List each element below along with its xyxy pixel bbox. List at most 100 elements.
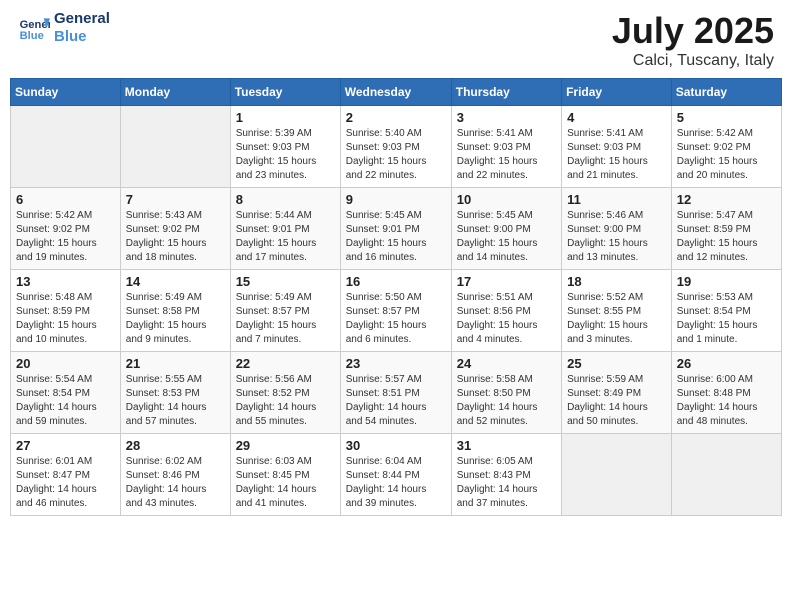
- day-number: 14: [126, 274, 225, 289]
- calendar-cell: 17 Sunrise: 5:51 AM Sunset: 8:56 PM Dayli…: [451, 270, 561, 352]
- day-info: Sunrise: 5:40 AM Sunset: 9:03 PM Dayligh…: [346, 127, 446, 183]
- svg-text:Blue: Blue: [20, 30, 44, 42]
- day-info: Sunrise: 5:42 AM Sunset: 9:02 PM Dayligh…: [16, 209, 115, 265]
- calendar-week-row-2: 6 Sunrise: 5:42 AM Sunset: 9:02 PM Daylig…: [11, 188, 782, 270]
- calendar-week-row-3: 13 Sunrise: 5:48 AM Sunset: 8:59 PM Dayli…: [11, 270, 782, 352]
- day-number: 17: [457, 274, 556, 289]
- day-info: Sunrise: 5:53 AM Sunset: 8:54 PM Dayligh…: [677, 291, 776, 347]
- day-info: Sunrise: 5:52 AM Sunset: 8:55 PM Dayligh…: [567, 291, 666, 347]
- day-info: Sunrise: 5:51 AM Sunset: 8:56 PM Dayligh…: [457, 291, 556, 347]
- location-title: Calci, Tuscany, Italy: [612, 52, 774, 70]
- day-info: Sunrise: 6:05 AM Sunset: 8:43 PM Dayligh…: [457, 455, 556, 511]
- calendar-cell: 1 Sunrise: 5:39 AM Sunset: 9:03 PM Daylig…: [230, 106, 340, 188]
- weekday-header-row: SundayMondayTuesdayWednesdayThursdayFrid…: [11, 79, 782, 106]
- page-header: General Blue General Blue July 2025 Calc…: [10, 10, 782, 70]
- weekday-header-thursday: Thursday: [451, 79, 561, 106]
- day-info: Sunrise: 5:56 AM Sunset: 8:52 PM Dayligh…: [236, 373, 335, 429]
- weekday-header-saturday: Saturday: [671, 79, 781, 106]
- day-number: 21: [126, 356, 225, 371]
- calendar-cell: 31 Sunrise: 6:05 AM Sunset: 8:43 PM Dayli…: [451, 434, 561, 516]
- calendar-cell: 22 Sunrise: 5:56 AM Sunset: 8:52 PM Dayli…: [230, 352, 340, 434]
- day-info: Sunrise: 6:02 AM Sunset: 8:46 PM Dayligh…: [126, 455, 225, 511]
- calendar-cell: 27Sunrise: 6:01 AM Sunset: 8:47 PM Dayli…: [11, 434, 121, 516]
- day-number: 24: [457, 356, 556, 371]
- day-number: 2: [346, 110, 446, 125]
- calendar-cell: [671, 434, 781, 516]
- calendar-cell: 20 Sunrise: 5:54 AM Sunset: 8:54 PM Dayli…: [11, 352, 121, 434]
- day-number: 7: [126, 192, 225, 207]
- day-info: Sunrise: 5:45 AM Sunset: 9:00 PM Dayligh…: [457, 209, 556, 265]
- calendar-cell: [11, 106, 121, 188]
- day-number: 10: [457, 192, 556, 207]
- calendar-cell: 14 Sunrise: 5:49 AM Sunset: 8:58 PM Dayli…: [120, 270, 230, 352]
- day-number: 8: [236, 192, 335, 207]
- weekday-header-tuesday: Tuesday: [230, 79, 340, 106]
- weekday-header-monday: Monday: [120, 79, 230, 106]
- day-info: Sunrise: 5:44 AM Sunset: 9:01 PM Dayligh…: [236, 209, 335, 265]
- title-block: July 2025 Calci, Tuscany, Italy: [612, 10, 774, 70]
- calendar-cell: 29Sunrise: 6:03 AM Sunset: 8:45 PM Dayli…: [230, 434, 340, 516]
- calendar-cell: 4 Sunrise: 5:41 AM Sunset: 9:03 PM Daylig…: [562, 106, 672, 188]
- weekday-header-friday: Friday: [562, 79, 672, 106]
- calendar-cell: 6 Sunrise: 5:42 AM Sunset: 9:02 PM Daylig…: [11, 188, 121, 270]
- day-number: 22: [236, 356, 335, 371]
- day-number: 30: [346, 438, 446, 453]
- day-number: 28: [126, 438, 225, 453]
- day-number: 4: [567, 110, 666, 125]
- day-number: 26: [677, 356, 776, 371]
- day-info: Sunrise: 5:57 AM Sunset: 8:51 PM Dayligh…: [346, 373, 446, 429]
- calendar-cell: 15 Sunrise: 5:49 AM Sunset: 8:57 PM Dayli…: [230, 270, 340, 352]
- calendar-cell: 7 Sunrise: 5:43 AM Sunset: 9:02 PM Daylig…: [120, 188, 230, 270]
- calendar-cell: 12 Sunrise: 5:47 AM Sunset: 8:59 PM Dayli…: [671, 188, 781, 270]
- calendar-cell: 2 Sunrise: 5:40 AM Sunset: 9:03 PM Daylig…: [340, 106, 451, 188]
- day-info: Sunrise: 5:58 AM Sunset: 8:50 PM Dayligh…: [457, 373, 556, 429]
- day-number: 1: [236, 110, 335, 125]
- day-info: Sunrise: 6:03 AM Sunset: 8:45 PM Dayligh…: [236, 455, 335, 511]
- day-number: 3: [457, 110, 556, 125]
- calendar-cell: 24 Sunrise: 5:58 AM Sunset: 8:50 PM Dayli…: [451, 352, 561, 434]
- calendar-cell: 19Sunrise: 5:53 AM Sunset: 8:54 PM Dayli…: [671, 270, 781, 352]
- day-number: 6: [16, 192, 115, 207]
- calendar-cell: 18 Sunrise: 5:52 AM Sunset: 8:55 PM Dayli…: [562, 270, 672, 352]
- calendar-week-row-5: 27Sunrise: 6:01 AM Sunset: 8:47 PM Dayli…: [11, 434, 782, 516]
- day-info: Sunrise: 6:04 AM Sunset: 8:44 PM Dayligh…: [346, 455, 446, 511]
- day-number: 12: [677, 192, 776, 207]
- calendar-cell: 8 Sunrise: 5:44 AM Sunset: 9:01 PM Daylig…: [230, 188, 340, 270]
- day-number: 11: [567, 192, 666, 207]
- day-info: Sunrise: 5:46 AM Sunset: 9:00 PM Dayligh…: [567, 209, 666, 265]
- calendar-cell: [562, 434, 672, 516]
- calendar-week-row-4: 20 Sunrise: 5:54 AM Sunset: 8:54 PM Dayli…: [11, 352, 782, 434]
- calendar-cell: 3Sunrise: 5:41 AM Sunset: 9:03 PM Daylig…: [451, 106, 561, 188]
- calendar-cell: 5Sunrise: 5:42 AM Sunset: 9:02 PM Daylig…: [671, 106, 781, 188]
- calendar-cell: 16 Sunrise: 5:50 AM Sunset: 8:57 PM Dayli…: [340, 270, 451, 352]
- logo-general: General: [54, 10, 110, 28]
- day-info: Sunrise: 5:59 AM Sunset: 8:49 PM Dayligh…: [567, 373, 666, 429]
- day-info: Sunrise: 5:55 AM Sunset: 8:53 PM Dayligh…: [126, 373, 225, 429]
- calendar-cell: 23Sunrise: 5:57 AM Sunset: 8:51 PM Dayli…: [340, 352, 451, 434]
- day-number: 13: [16, 274, 115, 289]
- day-info: Sunrise: 5:39 AM Sunset: 9:03 PM Dayligh…: [236, 127, 335, 183]
- day-number: 16: [346, 274, 446, 289]
- day-number: 15: [236, 274, 335, 289]
- day-info: Sunrise: 6:00 AM Sunset: 8:48 PM Dayligh…: [677, 373, 776, 429]
- day-info: Sunrise: 5:50 AM Sunset: 8:57 PM Dayligh…: [346, 291, 446, 347]
- day-number: 20: [16, 356, 115, 371]
- calendar-week-row-1: 1 Sunrise: 5:39 AM Sunset: 9:03 PM Daylig…: [11, 106, 782, 188]
- day-info: Sunrise: 5:49 AM Sunset: 8:58 PM Dayligh…: [126, 291, 225, 347]
- day-info: Sunrise: 5:49 AM Sunset: 8:57 PM Dayligh…: [236, 291, 335, 347]
- weekday-header-sunday: Sunday: [11, 79, 121, 106]
- calendar-cell: 9Sunrise: 5:45 AM Sunset: 9:01 PM Daylig…: [340, 188, 451, 270]
- calendar-cell: 25 Sunrise: 5:59 AM Sunset: 8:49 PM Dayli…: [562, 352, 672, 434]
- day-number: 25: [567, 356, 666, 371]
- day-info: Sunrise: 5:41 AM Sunset: 9:03 PM Dayligh…: [567, 127, 666, 183]
- day-info: Sunrise: 5:54 AM Sunset: 8:54 PM Dayligh…: [16, 373, 115, 429]
- logo-icon: General Blue: [18, 12, 50, 44]
- calendar-cell: 28 Sunrise: 6:02 AM Sunset: 8:46 PM Dayli…: [120, 434, 230, 516]
- day-number: 31: [457, 438, 556, 453]
- day-info: Sunrise: 5:48 AM Sunset: 8:59 PM Dayligh…: [16, 291, 115, 347]
- day-info: Sunrise: 5:43 AM Sunset: 9:02 PM Dayligh…: [126, 209, 225, 265]
- day-number: 18: [567, 274, 666, 289]
- day-info: Sunrise: 5:47 AM Sunset: 8:59 PM Dayligh…: [677, 209, 776, 265]
- day-number: 9: [346, 192, 446, 207]
- logo: General Blue General Blue: [18, 10, 110, 46]
